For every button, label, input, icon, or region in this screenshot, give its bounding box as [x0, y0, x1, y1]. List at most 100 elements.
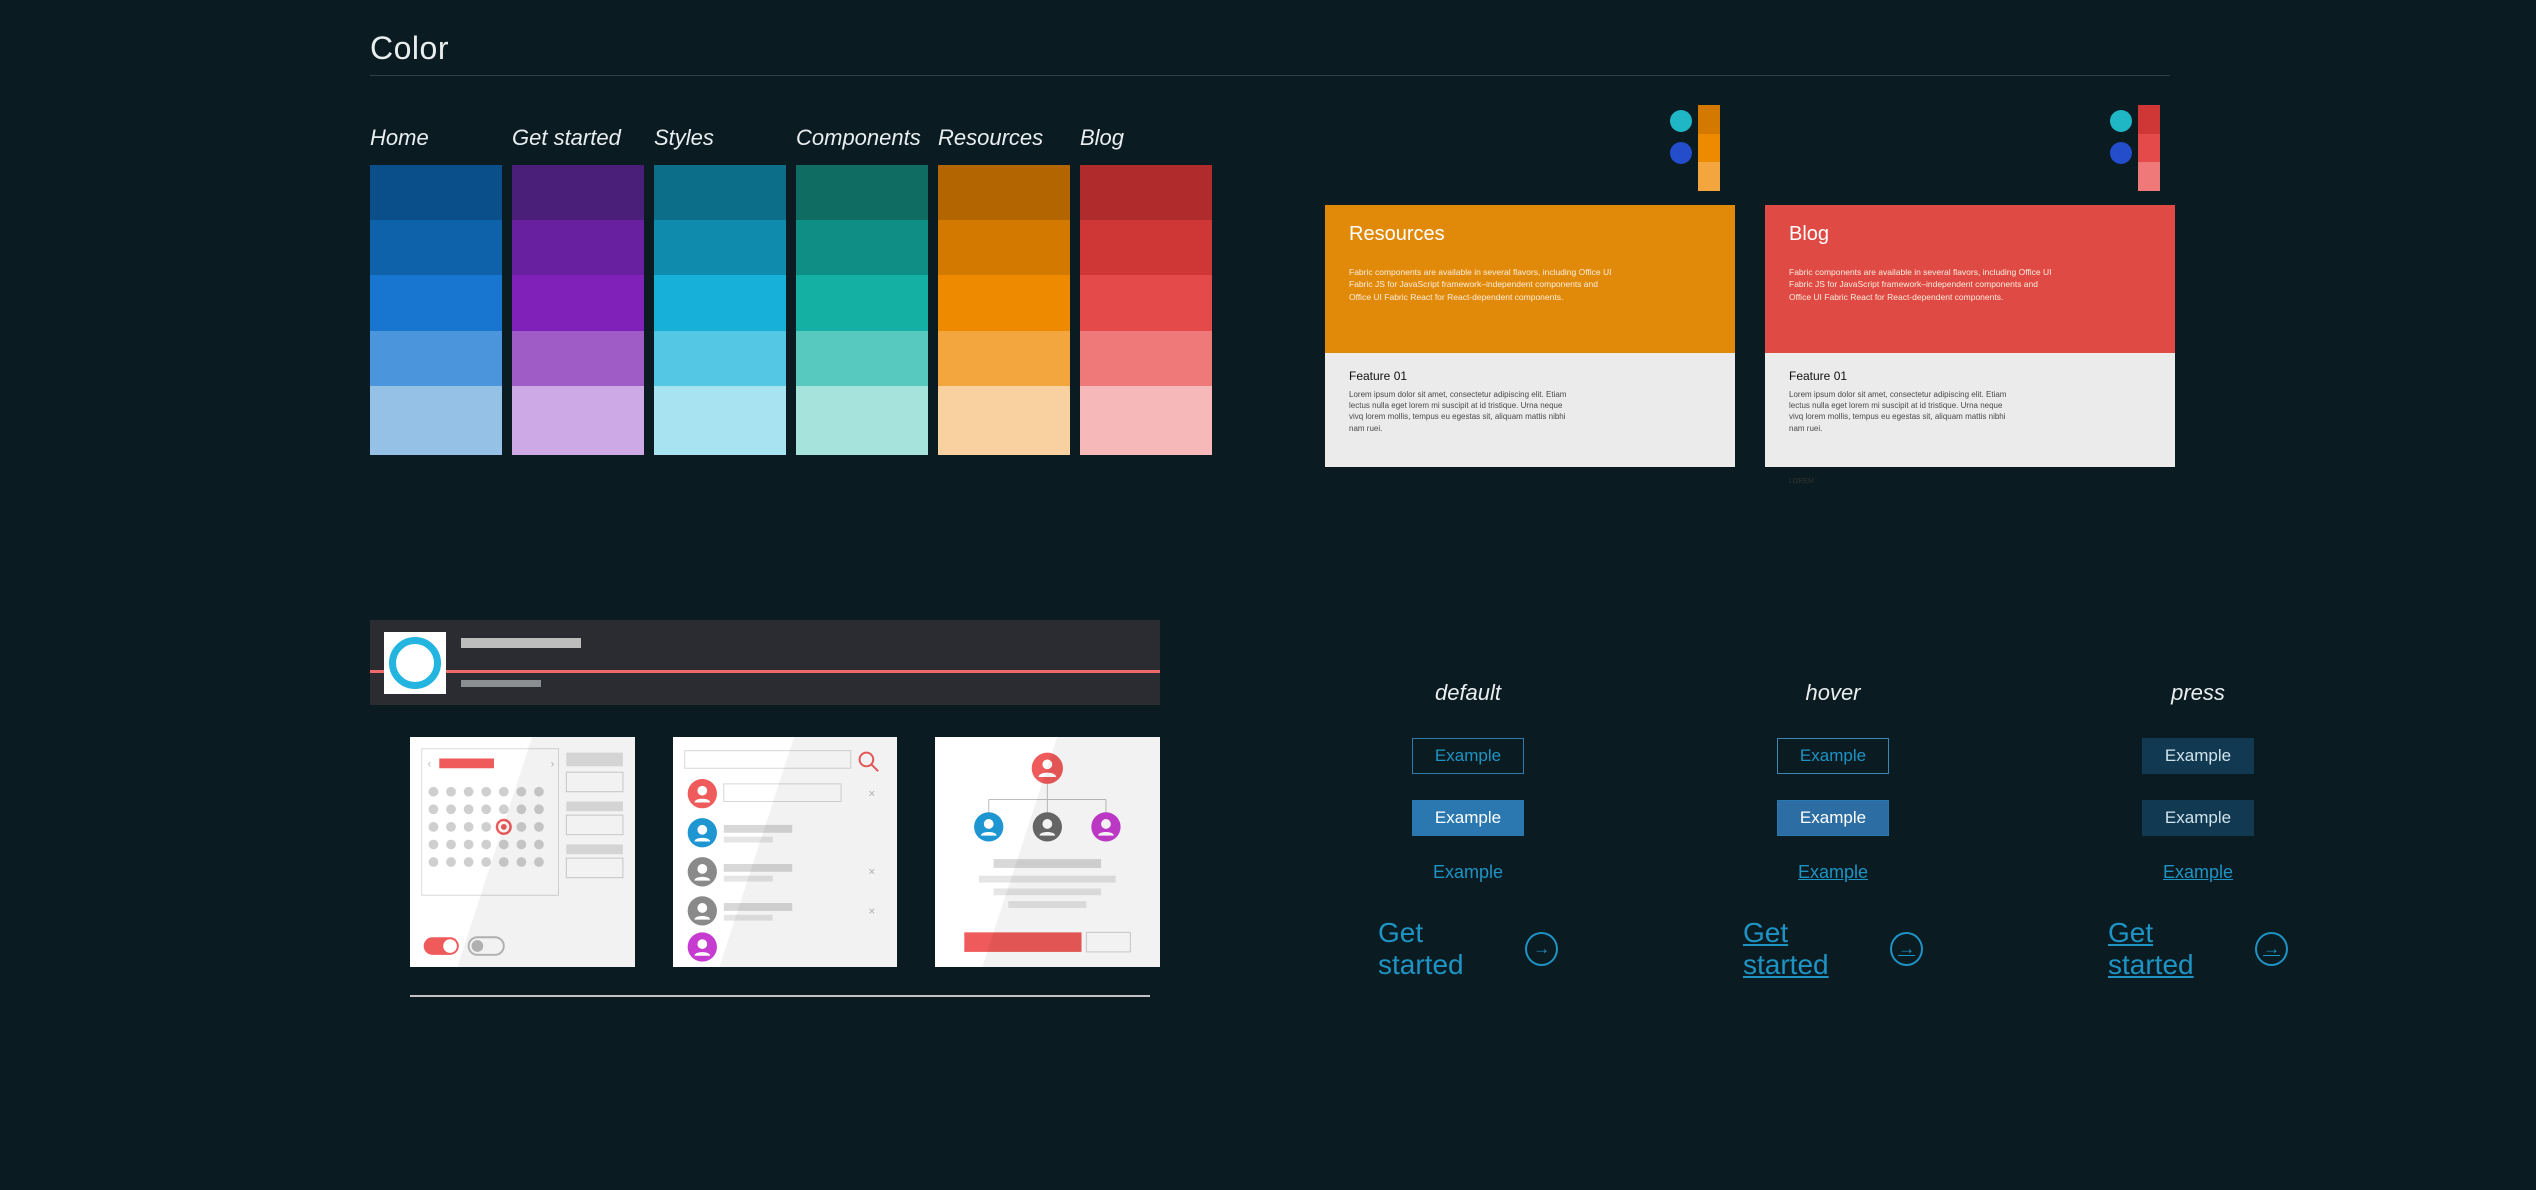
- card-title: Blog: [1789, 223, 2151, 246]
- swatch: [512, 275, 644, 330]
- example-outline-button[interactable]: Example: [1777, 738, 1889, 774]
- palette-label: Blog: [1080, 125, 1212, 151]
- card-desc: Fabric components are available in sever…: [1349, 266, 1619, 303]
- app-title-lines: [461, 638, 581, 687]
- sample-cards: Resources Fabric components are availabl…: [1325, 110, 2175, 467]
- palette-components: Components: [796, 125, 928, 455]
- accent-example: ‹›: [370, 620, 1160, 997]
- app-logo-tile: [384, 632, 446, 694]
- palette-label: Get started: [512, 125, 644, 151]
- palette-get-started: Get started: [512, 125, 644, 455]
- app-header-mock: [370, 620, 1160, 705]
- get-started-cta[interactable]: Get started →: [1378, 917, 1558, 981]
- swatch: [512, 165, 644, 220]
- example-solid-button[interactable]: Example: [2142, 800, 2254, 836]
- swatch: [1080, 386, 1212, 455]
- mini-bar-seg: [1698, 105, 1720, 134]
- palette-label: Resources: [938, 125, 1070, 151]
- sample-card-resources: Resources Fabric components are availabl…: [1325, 110, 1735, 467]
- svg-text:×: ×: [868, 866, 875, 879]
- state-label: hover: [1805, 680, 1860, 706]
- swatch: [796, 331, 928, 386]
- swatch: [938, 331, 1070, 386]
- button-states: default Example Example Example Get star…: [1378, 680, 2288, 981]
- swatch: [796, 220, 928, 275]
- card-lorem: Lorem ipsum dolor sit amet, consectetur …: [1349, 389, 1569, 434]
- example-link[interactable]: Example: [1798, 862, 1868, 883]
- swatch: [796, 165, 928, 220]
- palette-styles: Styles: [654, 125, 786, 455]
- mini-bar-seg: [1698, 134, 1720, 163]
- mini-dot: [2110, 110, 2132, 132]
- arrow-right-icon: →: [1525, 932, 1558, 966]
- thumb-people-list: × × ×: [673, 737, 898, 967]
- sample-card-blog: Blog Fabric components are available in …: [1765, 110, 2175, 467]
- swatch: [938, 386, 1070, 455]
- arrow-right-icon: →: [2255, 932, 2288, 966]
- swatch: [1080, 165, 1212, 220]
- cta-label: Get started: [1378, 917, 1511, 981]
- swatch: [370, 165, 502, 220]
- example-solid-button[interactable]: Example: [1412, 800, 1524, 836]
- swatch: [512, 331, 644, 386]
- cta-label: Get started: [1743, 917, 1876, 981]
- thumb-org-chart: [935, 737, 1160, 967]
- swatch: [1080, 275, 1212, 330]
- thumb-underline: [410, 995, 1150, 997]
- svg-text:×: ×: [868, 788, 875, 801]
- svg-text:‹: ‹: [428, 758, 432, 770]
- card-lorem: Lorem ipsum dolor sit amet, consectetur …: [1789, 389, 2009, 434]
- example-link[interactable]: Example: [2163, 862, 2233, 883]
- swatch: [1080, 331, 1212, 386]
- mini-dot: [1670, 110, 1692, 132]
- example-solid-button[interactable]: Example: [1777, 800, 1889, 836]
- palette-blog: Blog: [1080, 125, 1212, 455]
- example-outline-button[interactable]: Example: [2142, 738, 2254, 774]
- state-hover: hover Example Example Example Get starte…: [1743, 680, 1923, 981]
- state-default: default Example Example Example Get star…: [1378, 680, 1558, 981]
- palette-label: Components: [796, 125, 928, 151]
- card-feature-label: Feature 01: [1789, 369, 2151, 383]
- swatch: [938, 220, 1070, 275]
- swatch: [512, 220, 644, 275]
- svg-text:×: ×: [868, 905, 875, 918]
- mini-bar-seg: [2138, 105, 2160, 134]
- card-hero: Blog Fabric components are available in …: [1765, 205, 2175, 353]
- mini-palette: [1670, 105, 1720, 191]
- example-outline-button[interactable]: Example: [1412, 738, 1524, 774]
- svg-text:›: ›: [551, 758, 555, 770]
- palette-home: Home: [370, 125, 502, 455]
- state-label: default: [1435, 680, 1501, 706]
- palette-label: Styles: [654, 125, 786, 151]
- palette-row: Home Get started: [370, 125, 1212, 455]
- swatch: [654, 386, 786, 455]
- swatch: [1080, 220, 1212, 275]
- swatch: [370, 331, 502, 386]
- example-link[interactable]: Example: [1433, 862, 1503, 883]
- swatch: [938, 165, 1070, 220]
- card-footnote: LOREM: [1789, 478, 2151, 485]
- swatch: [654, 331, 786, 386]
- swatch: [796, 275, 928, 330]
- card-desc: Fabric components are available in sever…: [1789, 266, 2059, 303]
- swatch: [938, 275, 1070, 330]
- mini-palette: [2110, 105, 2160, 191]
- mini-dot: [1670, 142, 1692, 164]
- swatch: [796, 386, 928, 455]
- swatch: [654, 275, 786, 330]
- get-started-cta[interactable]: Get started →: [2108, 917, 2288, 981]
- card-hero: Resources Fabric components are availabl…: [1325, 205, 1735, 353]
- section-divider: [370, 75, 2170, 76]
- swatch: [370, 386, 502, 455]
- thumb-calendar: ‹›: [410, 737, 635, 967]
- swatch: [512, 386, 644, 455]
- section-title: Color: [370, 30, 2170, 67]
- cta-label: Get started: [2108, 917, 2241, 981]
- arrow-right-icon: →: [1890, 932, 1923, 966]
- swatch: [370, 220, 502, 275]
- get-started-cta[interactable]: Get started →: [1743, 917, 1923, 981]
- mini-bar-seg: [2138, 134, 2160, 163]
- state-label: press: [2171, 680, 2225, 706]
- mini-bar-seg: [1698, 162, 1720, 191]
- ring-icon: [389, 637, 441, 689]
